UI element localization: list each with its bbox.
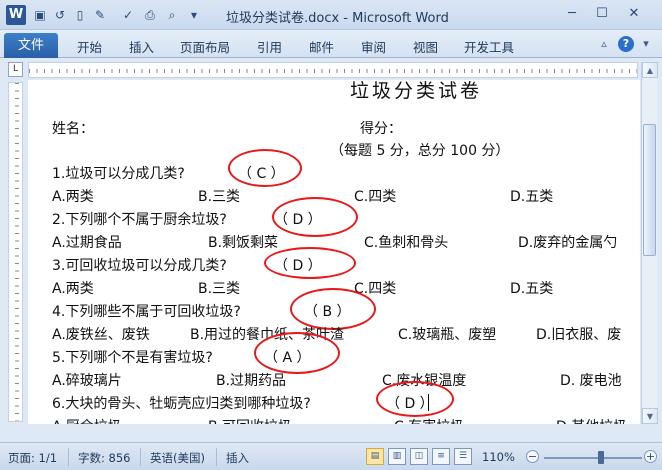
q1-option-d: D.五类 [510,189,554,205]
q6-option-c: C.有害垃圾 [394,416,464,424]
status-separator [216,448,217,466]
print-layout-view-icon[interactable]: ▤ [366,448,384,465]
tab-references[interactable]: 引用 [257,37,282,56]
tab-view[interactable]: 视图 [413,37,438,56]
tab-page-layout[interactable]: 页面布局 [180,37,230,56]
score-note: （每题 5 分，总分 100 分） [330,143,510,159]
tab-developer[interactable]: 开发工具 [464,37,514,56]
status-separator [68,448,69,466]
answer-1-circle [228,149,302,187]
question-5: 5.下列哪个不是有害垃圾? [52,350,213,366]
q5-option-d: D. 废电池 [560,373,622,389]
zoom-level[interactable]: 110% [482,450,515,464]
status-separator [140,448,141,466]
minimize-button[interactable]: ─ [558,3,586,25]
ribbon-tab-bar: 文件 开始 插入 页面布局 引用 邮件 审阅 视图 开发工具 ▵ ? ▾ [0,30,662,58]
question-1: 1.垃圾可以分成几类? [52,166,185,182]
undo-icon[interactable]: ↺ [52,7,68,23]
new-document-icon[interactable]: ▯ [72,7,88,23]
title-bar: W ▣ ↺ ▯ ✎ ✓ ⎙ ⌕ ▾ 垃圾分类试卷.docx - Microsof… [0,0,662,30]
ribbon-minimize-icon[interactable]: ▵ [596,36,612,52]
q2-option-d: D.废弃的金属勺 [518,235,618,251]
word-count[interactable]: 字数: 856 [78,450,130,466]
scroll-thumb[interactable] [643,124,656,256]
question-3: 3.可回收垃圾可以分成几类? [52,258,227,274]
window-title: 垃圾分类试卷.docx - Microsoft Word [226,11,449,26]
status-bar: 页面: 1/1 字数: 856 英语(美国) 插入 ▤ ▥ ◫ ≡ ☰ 110%… [0,442,662,470]
q6-option-a: A.厨余垃圾 [52,416,122,424]
save-icon[interactable]: ▣ [32,7,48,23]
vertical-ruler[interactable] [8,82,23,422]
q2-option-a: A.过期食品 [52,235,122,251]
customize-icon[interactable]: ▾ [186,7,202,23]
q3-option-d: D.五类 [510,281,554,297]
scroll-up-button[interactable]: ▲ [642,62,658,78]
q5-option-a: A.碎玻璃片 [52,373,122,389]
q2-option-b: B.剩饭剩菜 [208,235,279,251]
answer-5-circle [254,332,340,374]
print-icon[interactable]: ⎙ [142,7,158,23]
tab-insert[interactable]: 插入 [129,37,154,56]
language-indicator[interactable]: 英语(美国) [150,450,205,466]
q6-option-b: B.可回收垃圾 [208,416,292,424]
answer-3-circle [264,247,356,279]
question-2: 2.下列哪个不属于厨余垃圾? [52,212,227,228]
q1-option-a: A.两类 [52,189,94,205]
tab-home[interactable]: 开始 [77,37,102,56]
name-label: 姓名： [52,121,94,137]
q1-option-c: C.四类 [354,189,397,205]
score-label: 得分： [360,121,402,137]
vertical-scrollbar[interactable]: ▲ ▼ [641,62,658,424]
q3-option-b: B.三类 [198,281,241,297]
close-button[interactable]: ✕ [620,3,648,25]
tab-mailings[interactable]: 邮件 [309,37,334,56]
tab-selector[interactable]: L [8,62,23,77]
q4-option-a: A.废铁丝、废铁 [52,327,150,343]
answer-6-circle [376,381,454,417]
outline-view-icon[interactable]: ≡ [432,448,450,465]
q3-option-a: A.两类 [52,281,94,297]
format-painter-icon[interactable]: ✎ [92,7,108,23]
zoom-slider-thumb[interactable] [598,451,604,464]
horizontal-ruler[interactable] [28,62,638,78]
insert-mode-indicator[interactable]: 插入 [226,450,249,466]
scroll-down-button[interactable]: ▼ [642,408,658,424]
page-count[interactable]: 页面: 1/1 [8,450,57,466]
q4-option-d: D.旧衣服、废 [536,327,622,343]
word-app-icon[interactable]: W [6,5,26,25]
help-dropdown-icon[interactable]: ▾ [638,36,654,52]
document-title: 垃圾分类试卷 [350,80,483,102]
draft-view-icon[interactable]: ☰ [454,448,472,465]
question-4: 4.下列哪些不属于可回收垃圾? [52,304,241,320]
tab-file[interactable]: 文件 [4,33,58,58]
maximize-button[interactable]: ☐ [588,3,616,25]
full-screen-reading-icon[interactable]: ▥ [388,448,406,465]
q2-option-c: C.鱼刺和骨头 [364,235,449,251]
zoom-slider-track[interactable] [544,457,642,459]
spelling-icon[interactable]: ✓ [120,7,136,23]
help-icon[interactable]: ? [618,36,634,52]
q4-option-c: C.玻璃瓶、废塑 [398,327,497,343]
tab-review[interactable]: 审阅 [361,37,386,56]
answer-2-circle [272,197,358,237]
zoom-in-button[interactable]: + [644,450,657,463]
zoom-out-button[interactable]: − [526,450,539,463]
question-6: 6.大块的骨头、牡蛎壳应归类到哪种垃圾? [52,396,311,412]
q5-option-b: B.过期药品 [216,373,287,389]
document-page[interactable]: 垃圾分类试卷 姓名： 得分： （每题 5 分，总分 100 分） 1.垃圾可以分… [28,80,640,424]
print-preview-icon[interactable]: ⌕ [164,7,180,23]
q1-option-b: B.三类 [198,189,241,205]
q6-option-d: D.其他垃圾 [556,416,627,424]
web-layout-icon[interactable]: ◫ [410,448,428,465]
